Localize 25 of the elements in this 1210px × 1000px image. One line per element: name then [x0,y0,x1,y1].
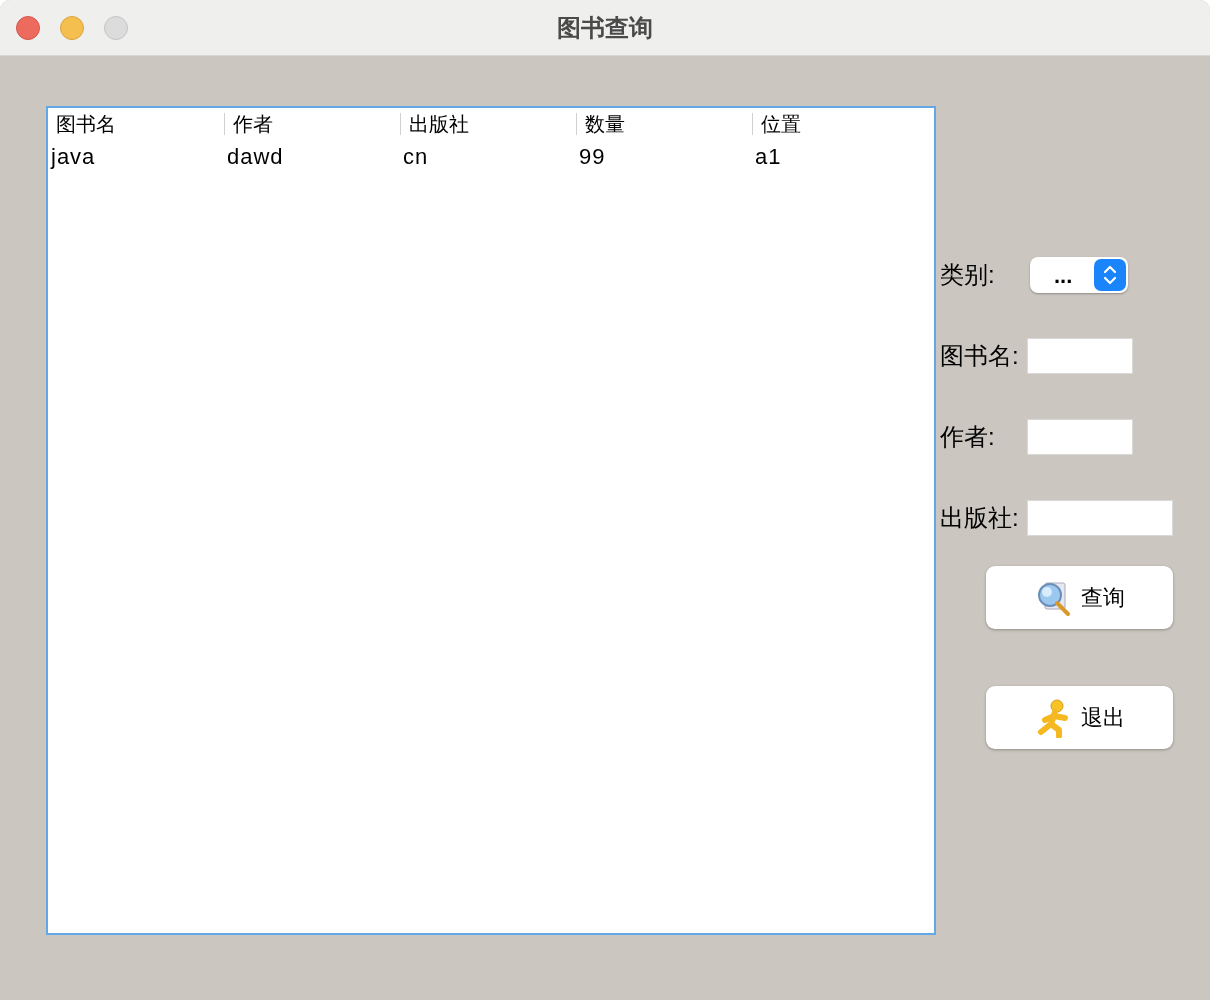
column-header[interactable]: 数量 [576,113,752,135]
column-header[interactable]: 作者 [224,113,400,135]
table-cell-text: dawd [226,142,285,171]
category-dropdown[interactable]: ... [1030,257,1128,293]
table-cell-text: a1 [754,142,783,171]
input-field[interactable] [1027,338,1133,374]
column-header[interactable]: 位置 [752,113,928,135]
table-cell-text: java [49,142,97,171]
input-field[interactable] [1027,500,1173,536]
exit-button[interactable]: 退出 [986,686,1173,749]
table-cell-text: cn [402,142,430,171]
field-label: 作者: [940,422,996,452]
field-label: 图书名: [940,341,1020,371]
zoom-button[interactable] [104,15,128,40]
input-field[interactable] [1027,419,1133,455]
window-title: 图书查询 [557,12,653,43]
stepper-arrows-icon [1094,259,1126,291]
table-cell-text: 99 [578,142,607,171]
close-button[interactable] [16,15,40,40]
field-label: 类别: [940,260,996,290]
search-button[interactable]: 查询 [986,566,1173,629]
minimize-button[interactable] [60,15,84,40]
column-header[interactable]: 出版社 [400,113,576,135]
column-header[interactable]: 图书名 [48,113,224,135]
field-label: 出版社: [940,503,1020,533]
